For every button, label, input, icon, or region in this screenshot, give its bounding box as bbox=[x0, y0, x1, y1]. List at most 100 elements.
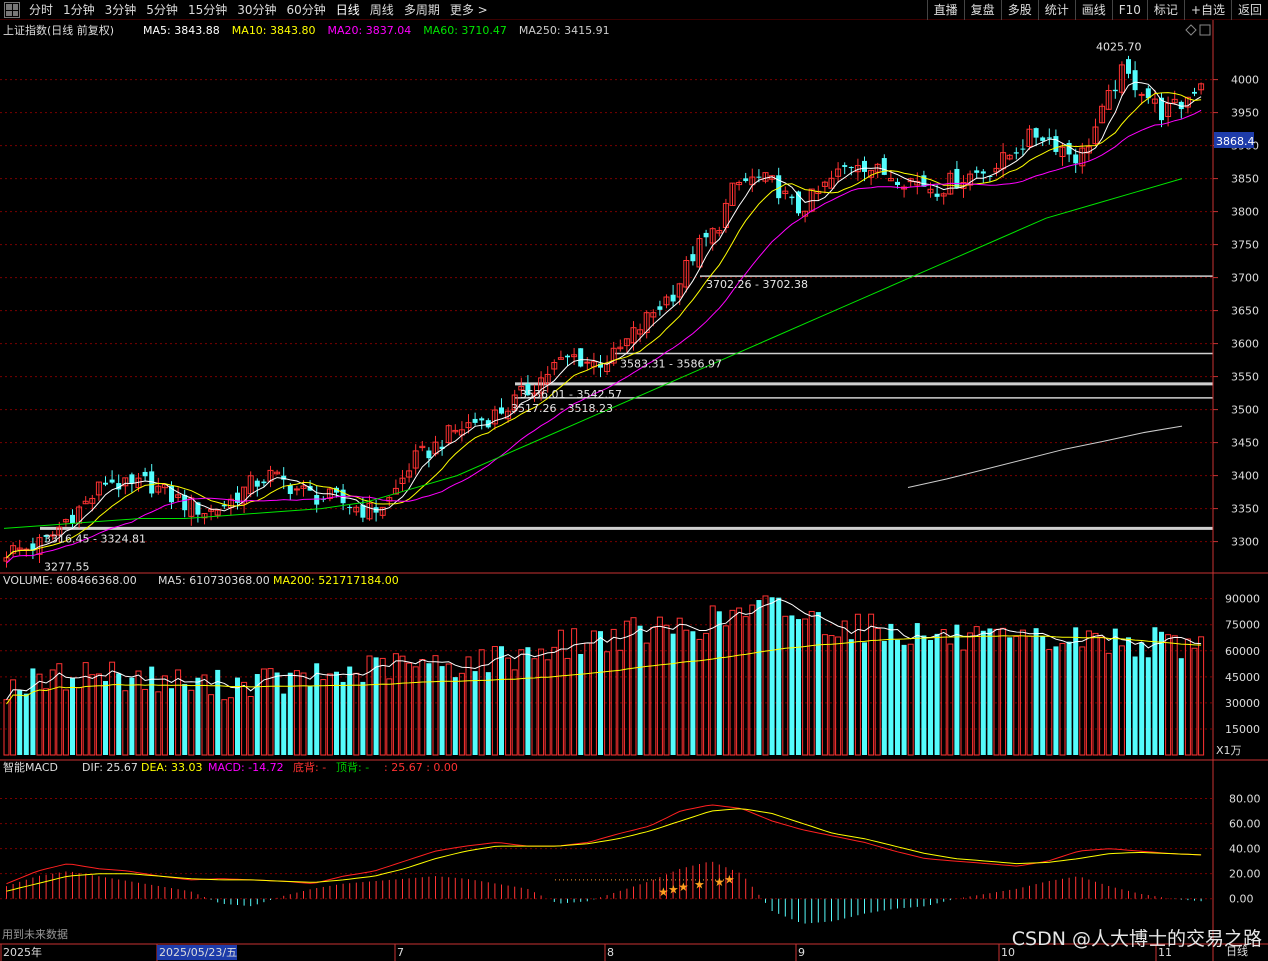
tool-button-4[interactable]: 画线 bbox=[1074, 0, 1112, 20]
candle-down bbox=[1013, 152, 1019, 154]
price-tick-label: 3850 bbox=[1231, 173, 1259, 186]
volume-bar-down bbox=[23, 693, 29, 755]
period-tab-9[interactable]: 多周期 bbox=[399, 0, 445, 20]
volume-bar-down bbox=[1007, 637, 1013, 755]
volume-bar-up bbox=[445, 663, 452, 756]
volume-bar-up bbox=[392, 653, 399, 756]
volume-bar-up bbox=[854, 613, 861, 756]
volume-bar-up bbox=[907, 643, 914, 756]
volume-bar-up bbox=[947, 643, 954, 756]
volume-bar-down bbox=[934, 633, 940, 755]
volume-bar-up bbox=[386, 678, 393, 756]
candle-down bbox=[1112, 89, 1118, 92]
period-tab-4[interactable]: 15分钟 bbox=[183, 0, 232, 20]
volume-bar-down bbox=[314, 663, 320, 755]
volume-bar-down bbox=[340, 681, 346, 755]
stock-chart[interactable]: ★★★★★★ 400039503900385038003750370036503… bbox=[0, 20, 1268, 961]
tool-button-1[interactable]: 复盘 bbox=[963, 0, 1001, 20]
tool-button-2[interactable]: 多股 bbox=[1000, 0, 1038, 20]
volume-bar-down bbox=[848, 639, 854, 755]
volume-bar-up bbox=[656, 616, 663, 756]
period-tab-6[interactable]: 60分钟 bbox=[282, 0, 331, 20]
tool-button-5[interactable]: F10 bbox=[1111, 0, 1147, 20]
date-label: 9 bbox=[798, 946, 805, 959]
volume-bar-up bbox=[544, 659, 551, 756]
volume-bar-up bbox=[465, 656, 472, 756]
candle-down bbox=[565, 355, 570, 358]
macd-indicator-name[interactable]: 智能MACD bbox=[3, 760, 58, 774]
volume-bar-down bbox=[987, 628, 993, 755]
volume-bar-down bbox=[17, 690, 23, 755]
period-tab-1[interactable]: 1分钟 bbox=[58, 0, 100, 20]
volume-bar-up bbox=[1099, 636, 1106, 756]
volume-bar-up bbox=[610, 628, 617, 756]
volume-bar-up bbox=[736, 607, 743, 756]
volume-tick-label: 60000 bbox=[1225, 645, 1260, 658]
period-tab-7[interactable]: 日线 bbox=[331, 0, 365, 20]
tool-button-3[interactable]: 统计 bbox=[1037, 0, 1075, 20]
volume-bar-up bbox=[1118, 645, 1125, 756]
period-tab-5[interactable]: 30分钟 bbox=[232, 0, 281, 20]
candle-down bbox=[1066, 142, 1072, 155]
volume-bar-up bbox=[247, 696, 254, 756]
volume-bar-down bbox=[776, 597, 782, 755]
volume-bar-down bbox=[182, 684, 188, 755]
period-tab-8[interactable]: 周线 bbox=[365, 0, 399, 20]
price-tick-label: 3650 bbox=[1231, 305, 1259, 318]
volume-bar-down bbox=[485, 672, 491, 755]
diamond-icon[interactable] bbox=[1185, 24, 1197, 36]
ma-legend-ma250: MA250: 3415.91 bbox=[519, 24, 610, 37]
tool-button-6[interactable]: 标记 bbox=[1146, 0, 1184, 20]
volume-bar-up bbox=[1059, 642, 1066, 756]
period-toolbar: 分时 1分钟 3分钟 5分钟 15分钟 30分钟 60分钟 日线 周线 多周期 更多 > 直播 复盘多… bbox=[0, 0, 1268, 20]
candle-down bbox=[862, 160, 867, 172]
volume-bar-up bbox=[940, 629, 947, 756]
macd-extra-label: : 25.67 : 0.00 bbox=[384, 761, 458, 774]
price-tick-label: 3400 bbox=[1231, 470, 1259, 483]
volume-bar-down bbox=[307, 686, 313, 755]
volume-bar-up bbox=[43, 688, 50, 756]
volume-bar-down bbox=[769, 597, 775, 755]
price-tick-label: 3450 bbox=[1231, 437, 1259, 450]
period-tab-10[interactable]: 更多 > bbox=[445, 0, 493, 20]
candle-down bbox=[142, 471, 148, 477]
candle-down bbox=[70, 514, 75, 524]
price-tick-label: 3500 bbox=[1231, 404, 1259, 417]
volume-bar-down bbox=[914, 623, 920, 755]
volume-bar-down bbox=[281, 693, 287, 755]
tool-button-8[interactable]: 返回 bbox=[1230, 0, 1268, 20]
period-tab-2[interactable]: 3分钟 bbox=[100, 0, 142, 20]
tool-button-7[interactable]: +自选 bbox=[1183, 0, 1231, 20]
volume-bar-up bbox=[1105, 652, 1112, 756]
volume-bar-down bbox=[1053, 646, 1059, 755]
candle-down bbox=[703, 232, 709, 238]
volume-bar-up bbox=[835, 636, 842, 756]
candle-down bbox=[1073, 154, 1079, 164]
date-label: 7 bbox=[397, 946, 404, 959]
grid-menu-icon[interactable] bbox=[4, 2, 20, 18]
volume-bar-up bbox=[828, 635, 835, 756]
macd-tick-label: 80.00 bbox=[1229, 793, 1261, 806]
volume-bar-up bbox=[538, 648, 545, 756]
candle-down bbox=[881, 158, 887, 175]
tool-button-0[interactable]: 直播 bbox=[926, 0, 964, 20]
volume-bar-down bbox=[1152, 627, 1158, 755]
volume-bar-up bbox=[293, 670, 300, 756]
volume-bar-up bbox=[1046, 648, 1053, 756]
volume-bar-up bbox=[267, 668, 274, 756]
candle-down bbox=[1033, 128, 1039, 138]
scroll-toggle-icon[interactable] bbox=[1199, 24, 1211, 36]
volume-bar-down bbox=[439, 666, 445, 755]
volume-bar-down bbox=[1073, 627, 1079, 755]
volume-bar-down bbox=[1139, 642, 1145, 755]
volume-bar-up bbox=[782, 615, 789, 756]
volume-bar-up bbox=[802, 618, 809, 756]
period-tab-0[interactable]: 分时 bbox=[24, 0, 58, 20]
volume-bar-up bbox=[379, 657, 386, 756]
period-tab-3[interactable]: 5分钟 bbox=[141, 0, 183, 20]
volume-bar-down bbox=[598, 631, 603, 755]
volume-bar-up bbox=[62, 689, 69, 756]
price-tick-label: 3950 bbox=[1231, 107, 1259, 120]
price-annotation: 3277.55 bbox=[44, 560, 90, 573]
volume-bar-up bbox=[419, 659, 426, 756]
